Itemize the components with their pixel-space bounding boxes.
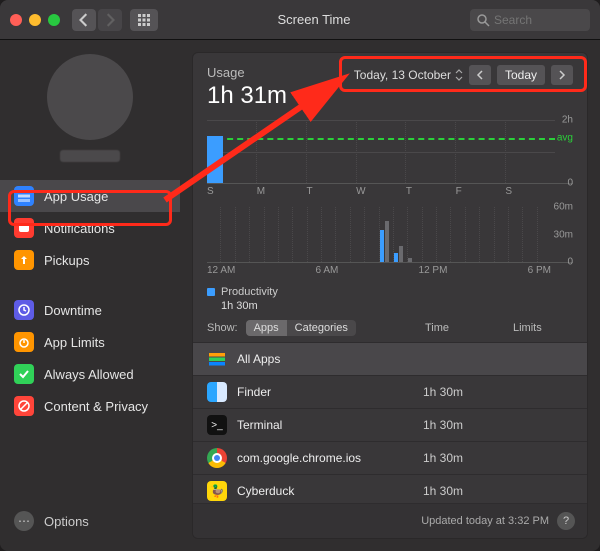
sidebar-item-label: Downtime bbox=[44, 303, 102, 318]
close-window-button[interactable] bbox=[10, 14, 22, 26]
minimize-window-button[interactable] bbox=[29, 14, 41, 26]
options-icon: ⋯ bbox=[14, 511, 34, 531]
always-allowed-icon bbox=[14, 364, 34, 384]
sidebar-item-app-limits[interactable]: App Limits bbox=[0, 326, 180, 358]
col-limits-header: Limits bbox=[513, 322, 573, 334]
app-icon: 🦆 bbox=[207, 481, 227, 501]
nav-buttons bbox=[72, 9, 122, 31]
view-segment: Apps Categories bbox=[246, 320, 356, 336]
sidebar-item-label: App Usage bbox=[44, 189, 108, 204]
options-label: Options bbox=[44, 514, 89, 529]
back-button[interactable] bbox=[72, 9, 96, 31]
segment-categories[interactable]: Categories bbox=[287, 320, 356, 336]
app-row[interactable]: >_ Terminal 1h 30m bbox=[193, 408, 587, 441]
app-icon bbox=[207, 382, 227, 402]
app-usage-icon bbox=[14, 186, 34, 206]
ytick: 0 bbox=[567, 178, 573, 189]
app-name: All Apps bbox=[237, 352, 413, 366]
help-button[interactable]: ? bbox=[557, 512, 575, 530]
today-button[interactable]: Today bbox=[497, 65, 545, 85]
app-time: 1h 30m bbox=[423, 451, 503, 465]
legend: Productivity bbox=[193, 280, 587, 298]
app-time: 1h 30m bbox=[423, 418, 503, 432]
forward-button[interactable] bbox=[98, 9, 122, 31]
updown-icon bbox=[455, 69, 463, 81]
sidebar-item-content-privacy[interactable]: Content & Privacy bbox=[0, 390, 180, 422]
window-controls bbox=[10, 14, 60, 26]
ytick: 0 bbox=[567, 257, 573, 268]
segment-apps[interactable]: Apps bbox=[246, 320, 287, 336]
avatar bbox=[47, 54, 133, 140]
show-all-button[interactable] bbox=[130, 9, 158, 31]
user-area bbox=[0, 54, 180, 162]
sidebar: App Usage Notifications Pickups bbox=[0, 40, 180, 551]
hourly-chart: 60m 30m 0 bbox=[207, 207, 573, 263]
sidebar-item-label: Notifications bbox=[44, 221, 115, 236]
titlebar: Screen Time bbox=[0, 0, 600, 40]
sidebar-item-notifications[interactable]: Notifications bbox=[0, 212, 180, 244]
app-row[interactable]: 🦆 Cyberduck 1h 30m bbox=[193, 474, 587, 503]
app-name: Finder bbox=[237, 385, 413, 399]
window-title: Screen Time bbox=[158, 12, 470, 27]
app-row[interactable]: com.google.chrome.ios 1h 30m bbox=[193, 441, 587, 474]
usage-panel: Usage 1h 31m Today, 13 October Today bbox=[192, 52, 588, 539]
app-limits-icon bbox=[14, 332, 34, 352]
search-field[interactable] bbox=[470, 9, 590, 31]
date-select[interactable]: Today, 13 October bbox=[354, 68, 463, 82]
legend-swatch bbox=[207, 288, 215, 296]
search-input[interactable] bbox=[494, 13, 574, 27]
app-icon bbox=[207, 349, 227, 369]
app-icon: >_ bbox=[207, 415, 227, 435]
search-icon bbox=[476, 13, 490, 27]
app-name: com.google.chrome.ios bbox=[237, 451, 413, 465]
ytick: 30m bbox=[554, 229, 573, 240]
app-row[interactable]: Finder 1h 30m bbox=[193, 375, 587, 408]
sidebar-item-pickups[interactable]: Pickups bbox=[0, 244, 180, 276]
table-header: Show: Apps Categories Time Limits bbox=[193, 312, 587, 342]
sidebar-item-always-allowed[interactable]: Always Allowed bbox=[0, 358, 180, 390]
app-name: Cyberduck bbox=[237, 484, 413, 498]
sidebar-item-downtime[interactable]: Downtime bbox=[0, 294, 180, 326]
app-row[interactable]: All Apps bbox=[193, 342, 587, 375]
avg-label: avg bbox=[557, 133, 573, 144]
col-time-header: Time bbox=[425, 322, 505, 334]
downtime-icon bbox=[14, 300, 34, 320]
notifications-icon bbox=[14, 218, 34, 238]
ytick: 60m bbox=[554, 202, 573, 213]
sidebar-item-label: Always Allowed bbox=[44, 367, 134, 382]
app-time: 1h 30m bbox=[423, 484, 503, 498]
next-day-button[interactable] bbox=[551, 65, 573, 85]
weekly-chart: 2h avg 0 bbox=[207, 120, 573, 184]
app-time: 1h 30m bbox=[423, 385, 503, 399]
sidebar-item-label: Content & Privacy bbox=[44, 399, 148, 414]
legend-label: Productivity bbox=[221, 286, 278, 298]
usage-label: Usage bbox=[207, 65, 287, 80]
fullscreen-window-button[interactable] bbox=[48, 14, 60, 26]
date-controls: Today, 13 October Today bbox=[354, 65, 573, 85]
app-list[interactable]: All AppsFinder1h 30m>_Terminal1h 30mcom.… bbox=[193, 342, 587, 503]
updated-label: Updated today at 3:32 PM bbox=[421, 515, 549, 527]
main-content: Usage 1h 31m Today, 13 October Today bbox=[180, 40, 600, 551]
usage-summary: Usage 1h 31m bbox=[207, 65, 287, 110]
ytick: 2h bbox=[562, 115, 573, 126]
user-name-placeholder bbox=[60, 150, 120, 162]
sidebar-item-label: App Limits bbox=[44, 335, 105, 350]
sidebar-options[interactable]: ⋯ Options bbox=[0, 501, 180, 541]
usage-value: 1h 31m bbox=[207, 82, 287, 110]
screen-time-window: Screen Time App Usage bbox=[0, 0, 600, 551]
sidebar-item-app-usage[interactable]: App Usage bbox=[0, 180, 180, 212]
legend-duration: 1h 30m bbox=[193, 300, 587, 312]
panel-footer: Updated today at 3:32 PM ? bbox=[193, 503, 587, 538]
app-name: Terminal bbox=[237, 418, 413, 432]
prev-day-button[interactable] bbox=[469, 65, 491, 85]
show-label: Show: bbox=[207, 322, 238, 334]
date-label: Today, 13 October bbox=[354, 68, 451, 82]
sidebar-item-label: Pickups bbox=[44, 253, 90, 268]
content-privacy-icon bbox=[14, 396, 34, 416]
weekly-chart-area: 2h avg 0 SMTWTFS 60m 30m 0 12 AM6 AM12 P… bbox=[193, 110, 587, 280]
pickups-icon bbox=[14, 250, 34, 270]
app-icon bbox=[207, 448, 227, 468]
